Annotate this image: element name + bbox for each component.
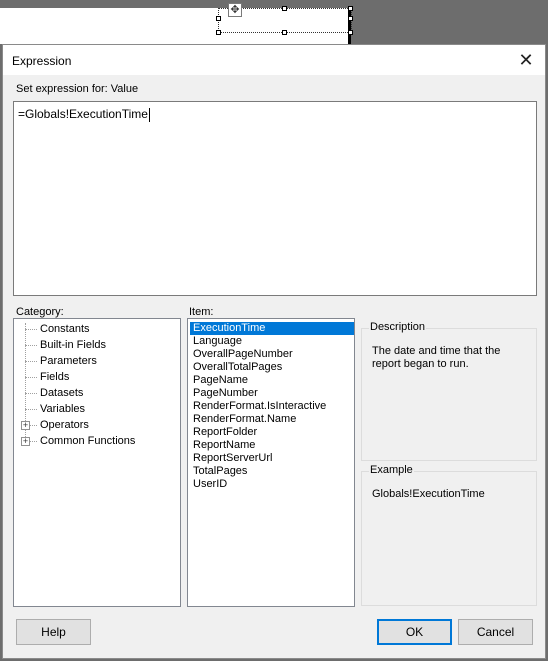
list-item[interactable]: Language bbox=[190, 335, 354, 348]
dialog-title: Expression bbox=[12, 54, 72, 68]
resize-handle[interactable] bbox=[348, 30, 353, 35]
tree-item-constants[interactable]: Constants bbox=[14, 321, 180, 337]
tree-item-built-in-fields[interactable]: Built-in Fields bbox=[14, 337, 180, 353]
example-text: Globals!ExecutionTime bbox=[372, 488, 485, 500]
list-item-executiontime[interactable]: ExecutionTime bbox=[190, 322, 354, 335]
expression-editor[interactable]: =Globals!ExecutionTime bbox=[13, 101, 537, 296]
tree-item-parameters[interactable]: Parameters bbox=[14, 353, 180, 369]
ok-button[interactable]: OK bbox=[377, 619, 452, 645]
category-tree[interactable]: Constants Built-in Fields Parameters Fie… bbox=[13, 318, 181, 607]
resize-handle[interactable] bbox=[348, 6, 353, 11]
list-item[interactable]: ReportServerUrl bbox=[190, 452, 354, 465]
item-list[interactable]: ExecutionTime Language OverallPageNumber… bbox=[187, 318, 355, 607]
list-item[interactable]: ReportFolder bbox=[190, 426, 354, 439]
cancel-button[interactable]: Cancel bbox=[458, 619, 533, 645]
resize-handle[interactable] bbox=[216, 30, 221, 35]
item-label: Item: bbox=[189, 306, 214, 318]
resize-handle[interactable] bbox=[216, 16, 221, 21]
tree-item-operators[interactable]: + Operators bbox=[14, 417, 180, 433]
description-panel: The date and time that the report began … bbox=[361, 328, 537, 461]
example-title: Example bbox=[369, 464, 414, 476]
set-expression-label: Set expression for: Value bbox=[16, 83, 139, 95]
list-item[interactable]: RenderFormat.IsInteractive bbox=[190, 400, 354, 413]
expression-text[interactable]: =Globals!ExecutionTime bbox=[18, 107, 150, 122]
list-item[interactable]: OverallTotalPages bbox=[190, 361, 354, 374]
resize-handle[interactable] bbox=[348, 16, 353, 21]
tree-item-variables[interactable]: Variables bbox=[14, 401, 180, 417]
list-item[interactable]: TotalPages bbox=[190, 465, 354, 478]
description-text: The date and time that the report began … bbox=[372, 345, 501, 370]
list-item[interactable]: UserID bbox=[190, 478, 354, 491]
close-icon[interactable]: ✕ bbox=[509, 45, 543, 75]
tree-item-fields[interactable]: Fields bbox=[14, 369, 180, 385]
resize-handle[interactable] bbox=[282, 30, 287, 35]
expand-icon[interactable]: + bbox=[21, 437, 30, 446]
list-item[interactable]: ReportName bbox=[190, 439, 354, 452]
list-item[interactable]: PageNumber bbox=[190, 387, 354, 400]
list-item[interactable]: RenderFormat.Name bbox=[190, 413, 354, 426]
help-button[interactable]: Help bbox=[16, 619, 91, 645]
tree-item-common-functions[interactable]: + Common Functions bbox=[14, 433, 180, 449]
tree-item-datasets[interactable]: Datasets bbox=[14, 385, 180, 401]
expand-icon[interactable]: + bbox=[21, 421, 30, 430]
category-label: Category: bbox=[16, 306, 64, 318]
list-item[interactable]: OverallPageNumber bbox=[190, 348, 354, 361]
list-item[interactable]: PageName bbox=[190, 374, 354, 387]
expression-dialog: Expression ✕ Set expression for: Value =… bbox=[2, 44, 546, 659]
example-panel: Globals!ExecutionTime bbox=[361, 471, 537, 606]
description-title: Description bbox=[369, 321, 427, 333]
text-caret bbox=[148, 107, 150, 122]
move-handle-icon[interactable]: ✥ bbox=[228, 3, 242, 17]
resize-handle[interactable] bbox=[282, 6, 287, 11]
dialog-titlebar: Expression ✕ bbox=[3, 45, 545, 75]
